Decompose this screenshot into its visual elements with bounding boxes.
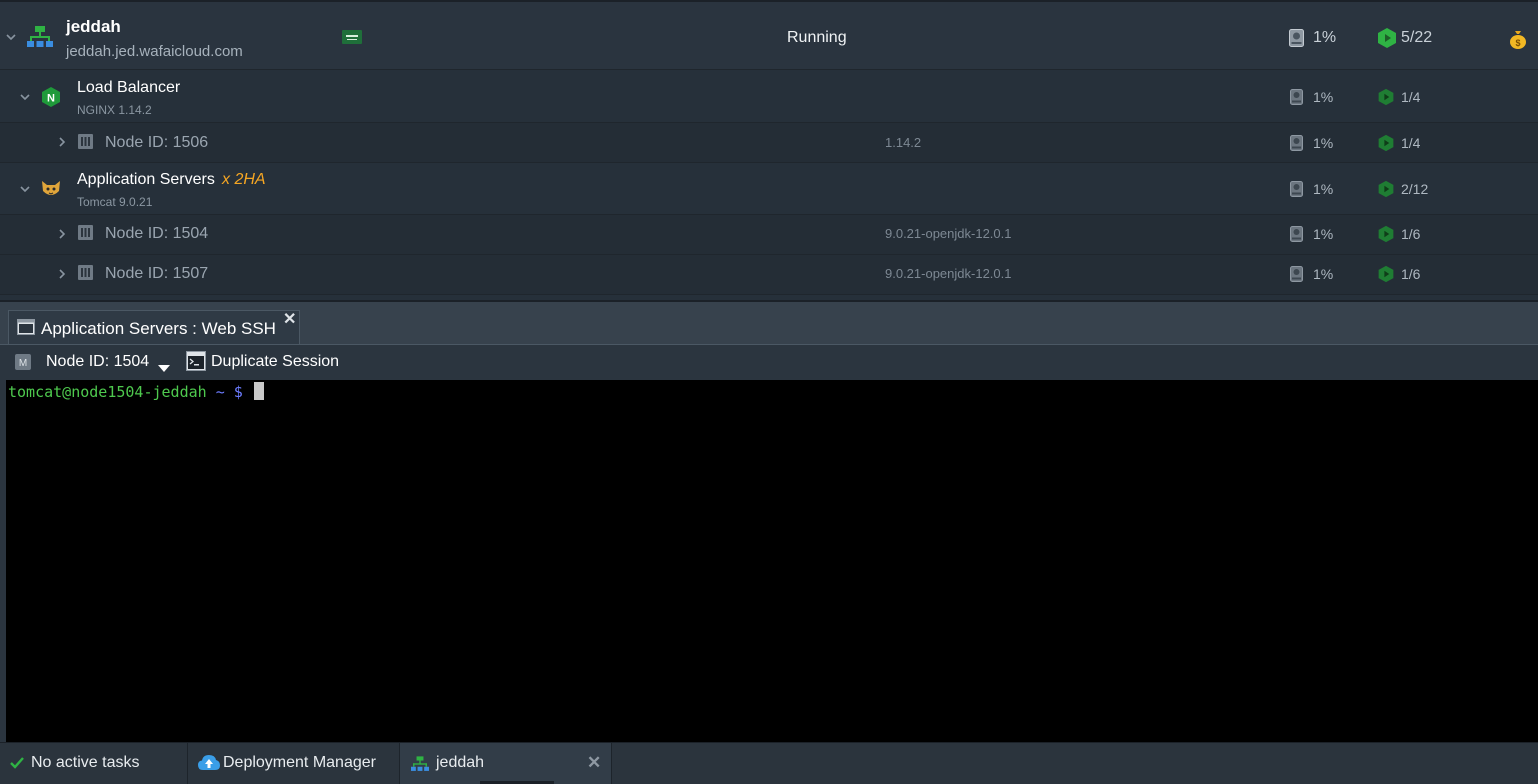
prompt-path: ~ $ <box>206 383 243 401</box>
environment-disk: 1% <box>1313 29 1337 46</box>
environment-row[interactable]: jeddah jeddah.jed.wafaicloud.com Running… <box>0 2 1538 70</box>
chevron-down-icon[interactable] <box>20 185 30 195</box>
node-row-1507[interactable]: Node ID: 1507 9.0.21-openjdk-12.0.1 1% 1… <box>0 255 1538 295</box>
bottom-taskbar: No active tasks Deployment Manager jedda… <box>0 742 1538 784</box>
node-disk: 1% <box>1313 135 1334 151</box>
close-icon[interactable]: ✕ <box>587 753 601 773</box>
disk-icon <box>1290 266 1303 287</box>
master-node-badge: M <box>15 354 31 375</box>
node-version: 9.0.21-openjdk-12.0.1 <box>885 226 1012 241</box>
node-cloudlets: 1/6 <box>1401 226 1421 242</box>
group-disk: 1% <box>1313 181 1334 197</box>
node-disk: 1% <box>1313 266 1334 282</box>
group-name: Application Servers <box>77 171 215 188</box>
cloudlet-icon <box>1377 225 1395 248</box>
node-cloudlets: 1/6 <box>1401 266 1421 282</box>
ssh-toolbar: M Node ID: 1504 Duplicate Session <box>0 344 1538 380</box>
group-name: Load Balancer <box>77 79 181 96</box>
node-label[interactable]: Node ID: 1506 <box>105 134 208 152</box>
environment-panel: jeddah jeddah.jed.wafaicloud.com Running… <box>0 0 1538 300</box>
environment-tab-label: jeddah <box>436 754 485 771</box>
environment-name[interactable]: jeddah <box>66 17 121 37</box>
chevron-right-icon[interactable] <box>58 229 68 239</box>
deployment-manager-label: Deployment Manager <box>223 754 376 771</box>
disk-icon <box>1290 135 1303 156</box>
check-icon <box>10 756 24 775</box>
close-icon[interactable]: ✕ <box>283 309 296 329</box>
environment-status: Running <box>787 29 847 46</box>
terminal-cursor <box>253 382 264 400</box>
group-row-load-balancer[interactable]: N Load Balancer NGINX 1.14.2 1% 1/4 <box>0 71 1538 123</box>
group-cloudlets: 1/4 <box>1401 89 1421 105</box>
group-disk: 1% <box>1313 89 1334 105</box>
tasks-tab[interactable]: No active tasks <box>0 743 188 784</box>
environment-topology-icon <box>411 756 429 777</box>
environment-cloudlets: 5/22 <box>1401 29 1433 46</box>
ssh-tab-strip: Application Servers : Web SSH ✕ <box>0 300 1538 346</box>
node-row-1506[interactable]: Node ID: 1506 1.14.2 1% 1/4 <box>0 123 1538 163</box>
environment-topology-icon <box>27 26 53 53</box>
cloudlet-icon <box>1377 88 1395 111</box>
chevron-right-icon[interactable] <box>58 137 68 147</box>
node-select[interactable]: Node ID: 1504 <box>46 353 149 371</box>
group-cloudlets: 2/12 <box>1401 181 1429 197</box>
node-server-icon <box>78 265 93 285</box>
cloudlet-icon <box>1377 180 1395 203</box>
environment-tab-jeddah[interactable]: jeddah ✕ <box>400 743 612 784</box>
ssh-tab-title: Application Servers : Web SSH <box>41 319 276 338</box>
node-label[interactable]: Node ID: 1504 <box>105 225 208 243</box>
region-flag-icon <box>342 30 362 49</box>
node-row-1504[interactable]: Node ID: 1504 9.0.21-openjdk-12.0.1 1% 1… <box>0 215 1538 255</box>
chevron-down-icon[interactable] <box>6 33 16 43</box>
money-bag-icon[interactable]: $ <box>1508 29 1528 54</box>
ha-badge: x 2HA <box>222 171 266 188</box>
prompt-user-host: tomcat@node1504-jeddah <box>8 383 207 401</box>
duplicate-terminal-icon[interactable] <box>186 351 206 376</box>
disk-icon <box>1290 181 1303 202</box>
terminal-window-icon <box>17 319 35 340</box>
group-version: NGINX 1.14.2 <box>77 103 152 117</box>
cloud-upload-icon <box>198 754 220 777</box>
node-disk: 1% <box>1313 226 1334 242</box>
cloudlet-icon <box>1377 265 1395 288</box>
svg-text:M: M <box>19 358 27 369</box>
node-label[interactable]: Node ID: 1507 <box>105 265 208 283</box>
disk-icon <box>1290 89 1303 110</box>
svg-text:N: N <box>47 93 55 105</box>
chevron-right-icon[interactable] <box>58 269 68 279</box>
node-cloudlets: 1/4 <box>1401 135 1421 151</box>
tomcat-icon <box>40 179 62 204</box>
node-version: 1.14.2 <box>885 135 922 150</box>
tasks-label: No active tasks <box>31 754 140 771</box>
disk-icon <box>1289 29 1304 52</box>
svg-text:$: $ <box>1515 38 1520 48</box>
tab-web-ssh[interactable]: Application Servers : Web SSH ✕ <box>8 310 300 346</box>
duplicate-session-button[interactable]: Duplicate Session <box>211 353 339 371</box>
node-version: 9.0.21-openjdk-12.0.1 <box>885 266 1012 281</box>
cloudlet-icon <box>1376 27 1398 54</box>
disk-icon <box>1290 226 1303 247</box>
node-server-icon <box>78 134 93 154</box>
cloudlet-icon <box>1377 134 1395 157</box>
nginx-icon: N <box>40 86 62 113</box>
deployment-manager-tab[interactable]: Deployment Manager <box>188 743 400 784</box>
terminal-prompt: tomcat@node1504-jeddah ~ $ <box>8 382 264 401</box>
group-version: Tomcat 9.0.21 <box>77 195 153 209</box>
caret-down-icon[interactable] <box>158 359 170 377</box>
node-server-icon <box>78 225 93 245</box>
terminal-screen[interactable]: tomcat@node1504-jeddah ~ $ <box>6 380 1538 742</box>
environment-domain[interactable]: jeddah.jed.wafaicloud.com <box>66 43 243 60</box>
chevron-down-icon[interactable] <box>20 93 30 103</box>
group-row-application-servers[interactable]: Application Servers x 2HA Tomcat 9.0.21 … <box>0 163 1538 215</box>
